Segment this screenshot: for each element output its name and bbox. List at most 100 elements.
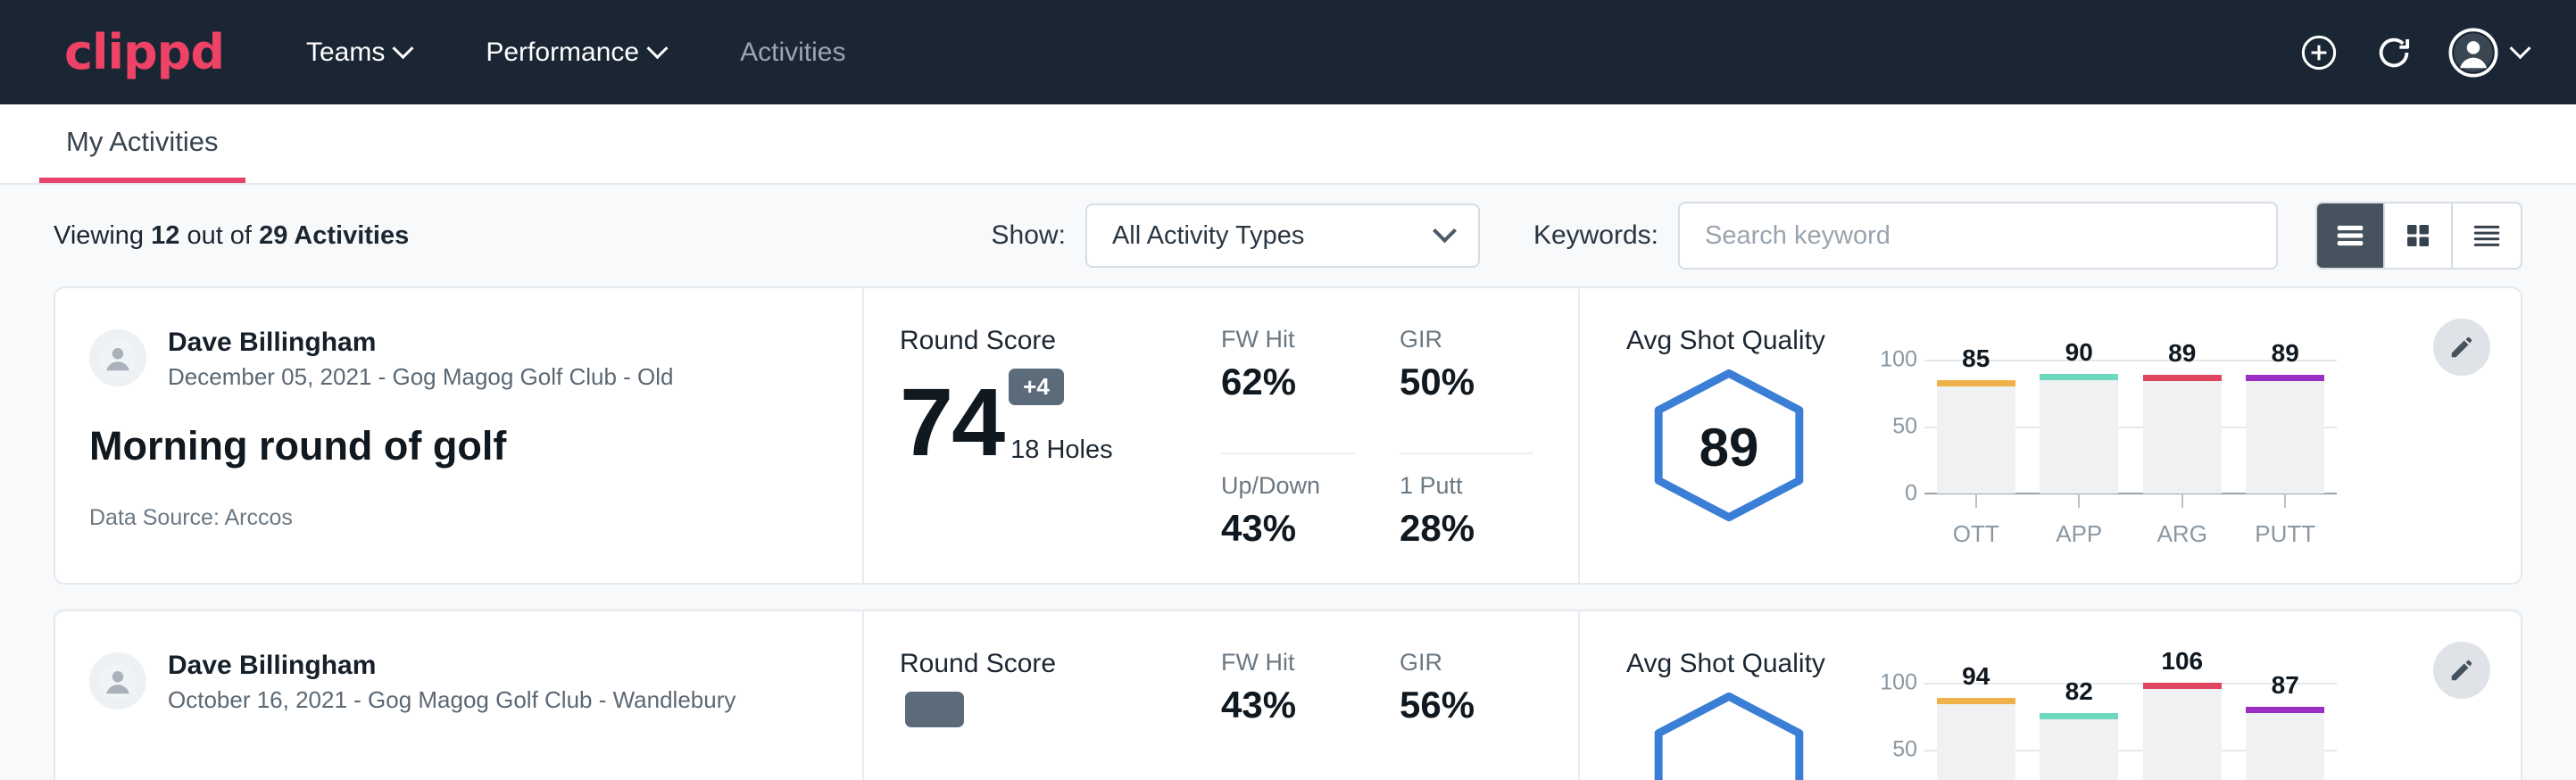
stat-fw-hit: FW Hit 62%: [1221, 326, 1355, 454]
clippd-logo[interactable]: clippd: [64, 24, 224, 80]
nav-item-performance[interactable]: Performance: [473, 29, 677, 77]
bar-rect-putt: [2246, 707, 2324, 780]
add-icon[interactable]: [2298, 32, 2339, 73]
avg-shot-quality-section: Avg Shot Quality 89 100 50 0: [1578, 288, 2521, 583]
stat-value: 50%: [1400, 361, 1533, 403]
edit-activity-button[interactable]: [2433, 642, 2490, 699]
activity-type-select[interactable]: All Activity Types: [1085, 203, 1480, 268]
x-tick: [2078, 494, 2080, 508]
viewing-middle: out of: [187, 221, 252, 250]
y-tick-0: 0: [1905, 481, 1917, 507]
y-tick-100: 100: [1880, 670, 1917, 696]
bar-cap-ott: [1937, 380, 2015, 386]
round-stats: FW Hit 43% GIR 56%: [1221, 611, 1578, 780]
round-score-value-row: [900, 692, 1221, 780]
stat-label: GIR: [1400, 326, 1533, 353]
x-label-app: APP: [2040, 520, 2118, 548]
chevron-down-icon: [1433, 219, 1457, 243]
bar-value-ott: 94: [1937, 662, 2015, 691]
chart-bars: 94 82: [1924, 683, 2337, 780]
y-tick-50: 50: [1892, 414, 1917, 440]
bar-rect-app: [2040, 374, 2118, 494]
stat-label: GIR: [1400, 649, 1533, 676]
round-score-section: Round Score 74 +4 18 Holes: [864, 288, 1221, 583]
chart-plot-area: 94 82: [1924, 683, 2337, 780]
bar-value-app: 90: [2040, 338, 2118, 367]
chevron-down-icon: [393, 37, 414, 59]
chevron-down-icon: [647, 37, 669, 59]
nav-item-teams[interactable]: Teams: [294, 29, 423, 77]
stat-label: Up/Down: [1221, 472, 1355, 500]
stat-value: 56%: [1400, 684, 1533, 726]
edit-activity-button[interactable]: [2433, 319, 2490, 376]
chart-plot-area: 85 90: [1924, 360, 2337, 494]
avatar: [89, 329, 146, 386]
toolbar-controls: Show: All Activity Types Keywords:: [992, 202, 2522, 270]
bar-cap-arg: [2143, 683, 2222, 689]
activities-toolbar: Viewing 12 out of 29 Activities Show: Al…: [54, 185, 2522, 286]
bar-value-putt: 89: [2246, 339, 2324, 368]
bar-value-arg: 106: [2143, 647, 2222, 676]
nav-item-activities-label: Activities: [740, 37, 845, 68]
nav-actions: [2298, 28, 2528, 78]
nav-item-teams-label: Teams: [306, 37, 385, 68]
holes-played: 18 Holes: [1010, 436, 1112, 465]
bar-app: 90: [2040, 360, 2118, 494]
stat-label: 1 Putt: [1400, 472, 1533, 500]
avatar: [89, 652, 146, 709]
stat-gir: GIR 50%: [1400, 326, 1533, 454]
round-score-value-row: 74 +4 18 Holes: [900, 369, 1221, 469]
stat-up-down: Up/Down 43%: [1221, 472, 1355, 583]
bar-arg: 89: [2143, 360, 2222, 494]
account-avatar[interactable]: [2448, 28, 2528, 78]
quality-hexagon: [1626, 683, 1832, 780]
player-header: Dave Billingham December 05, 2021 - Gog …: [89, 326, 862, 391]
activity-title: Morning round of golf: [89, 423, 862, 469]
bar-value-app: 82: [2040, 677, 2118, 706]
bar-value-arg: 89: [2143, 339, 2222, 368]
activity-summary: Dave Billingham December 05, 2021 - Gog …: [55, 288, 864, 583]
bar-rect-app: [2040, 713, 2118, 780]
activity-card[interactable]: Dave Billingham December 05, 2021 - Gog …: [54, 286, 2522, 585]
bar-rect-ott: [1937, 698, 2015, 780]
nav-item-activities[interactable]: Activities: [727, 29, 858, 77]
score-to-par-badge: [905, 692, 964, 727]
keywords-label: Keywords:: [1533, 220, 1658, 251]
bar-value-putt: 87: [2246, 671, 2324, 700]
stat-fw-hit: FW Hit 43%: [1221, 649, 1355, 780]
activity-card[interactable]: Dave Billingham October 16, 2021 - Gog M…: [54, 610, 2522, 780]
bar-cap-arg: [2143, 375, 2222, 381]
bar-rect-arg: [2143, 375, 2222, 494]
round-stats: FW Hit 62% GIR 50% Up/Down 43% 1 Putt 28…: [1221, 288, 1578, 583]
grid-view-button[interactable]: [2385, 203, 2453, 268]
x-label-arg: ARG: [2143, 520, 2222, 548]
tab-my-activities[interactable]: My Activities: [39, 126, 245, 183]
activity-summary: Dave Billingham October 16, 2021 - Gog M…: [55, 611, 864, 780]
x-label-putt: PUTT: [2246, 520, 2324, 548]
activity-type-value: All Activity Types: [1112, 221, 1304, 251]
page-tab-bar: My Activities: [0, 104, 2576, 185]
chevron-down-icon: [2509, 37, 2530, 59]
player-name: Dave Billingham: [168, 326, 674, 360]
bar-cap-app: [2040, 374, 2118, 380]
list-detail-view-button[interactable]: [2453, 203, 2521, 268]
y-tick-100: 100: [1880, 347, 1917, 373]
nav-item-performance-label: Performance: [486, 37, 639, 68]
quality-score-value: 89: [1649, 417, 1809, 478]
player-header: Dave Billingham October 16, 2021 - Gog M…: [89, 649, 862, 714]
x-tick: [2284, 494, 2286, 508]
activity-meta: December 05, 2021 - Gog Magog Golf Club …: [168, 363, 674, 391]
refresh-icon[interactable]: [2373, 32, 2414, 73]
chart-x-axis: OTT APP ARG PUTT: [1924, 494, 2337, 548]
shot-quality-bar-chart: 100 50 0 85: [1855, 360, 2337, 556]
chart-y-axis: 100 50 0: [1855, 360, 1917, 494]
tab-my-activities-label: My Activities: [66, 126, 219, 157]
viewing-total: 29 Activities: [259, 221, 409, 250]
round-score-section: Round Score: [864, 611, 1221, 780]
show-label: Show:: [992, 220, 1066, 251]
search-input[interactable]: [1678, 202, 2278, 270]
view-mode-group: [2315, 202, 2522, 270]
x-label-ott: OTT: [1937, 520, 2015, 548]
bar-cap-app: [2040, 713, 2118, 719]
list-compact-view-button[interactable]: [2317, 203, 2385, 268]
